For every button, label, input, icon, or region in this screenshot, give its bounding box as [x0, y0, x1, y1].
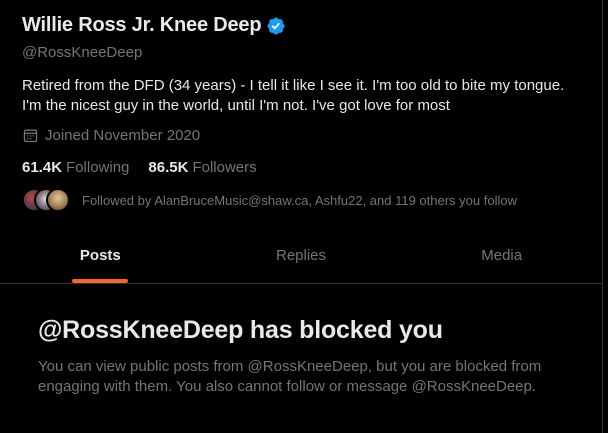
tab-label: Media: [481, 247, 523, 264]
tab-label: Posts: [79, 247, 121, 264]
following-count: 61.4K: [22, 159, 63, 176]
verified-badge-icon[interactable]: [266, 16, 286, 36]
follower-avatars: [22, 188, 74, 212]
follow-stats: 61.4K Following 86.5K Followers: [22, 159, 257, 176]
blocked-notice: @RossKneeDeep has blocked you You can vi…: [38, 316, 578, 397]
tab-replies[interactable]: Replies: [201, 231, 402, 283]
blocked-title: @RossKneeDeep has blocked you: [38, 316, 443, 344]
tab-posts[interactable]: Posts: [0, 231, 201, 283]
tab-media[interactable]: Media: [401, 231, 602, 283]
blocked-body-line: engaging with them. You also cannot foll…: [38, 378, 537, 395]
tab-label: Replies: [275, 247, 327, 264]
joined-date: Joined November 2020: [22, 127, 200, 144]
followers-link[interactable]: 86.5K Followers: [148, 159, 256, 176]
profile-page: Willie Ross Jr. Knee Deep @RossKneeDeep …: [0, 0, 603, 433]
profile-bio: Retired from the DFD (34 years) - I tell…: [22, 76, 592, 116]
blocked-body-line: You can view public posts from @RossKnee…: [38, 358, 542, 375]
following-link[interactable]: 61.4K Following: [22, 159, 129, 176]
calendar-icon: [22, 127, 39, 144]
profile-handle: @RossKneeDeep: [22, 44, 143, 61]
followed-by-row[interactable]: Followed by AlanBruceMusic@shaw.ca, Ashf…: [22, 188, 517, 212]
profile-tabs: Posts Replies Media: [0, 231, 602, 284]
following-label: Following: [66, 159, 130, 176]
profile-name-row: Willie Ross Jr. Knee Deep: [22, 14, 286, 37]
avatar: [46, 188, 70, 212]
blocked-body: You can view public posts from @RossKnee…: [38, 357, 578, 397]
followers-label: Followers: [192, 159, 257, 176]
bio-line: I'm the nicest guy in the world, until I…: [22, 97, 450, 114]
followers-count: 86.5K: [148, 159, 189, 176]
bio-line: Retired from the DFD (34 years) - I tell…: [22, 77, 565, 94]
followed-by-text: Followed by AlanBruceMusic@shaw.ca, Ashf…: [82, 192, 517, 208]
profile-display-name: Willie Ross Jr. Knee Deep: [22, 14, 262, 36]
active-tab-indicator: [72, 279, 129, 283]
joined-text: Joined November 2020: [45, 127, 201, 144]
